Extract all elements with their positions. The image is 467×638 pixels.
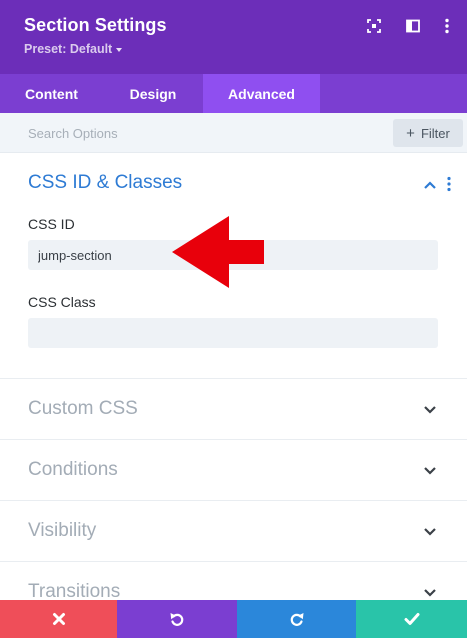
group-visibility[interactable]: Visibility (0, 501, 467, 562)
settings-tabs: Content Design Advanced (0, 74, 467, 113)
tab-content[interactable]: Content (0, 74, 103, 113)
save-button[interactable] (356, 600, 467, 638)
caret-down-icon (116, 47, 123, 52)
tab-advanced[interactable]: Advanced (203, 74, 320, 113)
filter-label: Filter (420, 125, 450, 141)
tab-design[interactable]: Design (103, 74, 203, 113)
group-conditions[interactable]: Conditions (0, 440, 467, 501)
group-title: Conditions (28, 459, 118, 480)
css-class-field[interactable] (28, 318, 438, 348)
chevron-up-icon[interactable] (422, 177, 438, 193)
group-title: Visibility (28, 520, 97, 541)
search-bar: + Filter (0, 113, 467, 153)
bottom-action-bar (0, 600, 467, 638)
sidebar-toggle-icon[interactable] (403, 16, 423, 36)
expand-icon[interactable] (364, 16, 384, 36)
discard-button[interactable] (0, 600, 117, 638)
plus-icon: + (406, 124, 415, 142)
modal-header: Section Settings Preset: Default (0, 0, 467, 74)
group-title[interactable]: CSS ID & Classes (28, 172, 182, 194)
search-input[interactable] (28, 113, 368, 153)
css-class-label: CSS Class (28, 294, 96, 310)
more-vertical-icon[interactable] (446, 176, 458, 194)
modal-title: Section Settings (24, 15, 167, 35)
preset-dropdown[interactable]: Preset: Default (24, 42, 123, 56)
redo-button[interactable] (237, 600, 356, 638)
group-custom-css[interactable]: Custom CSS (0, 379, 467, 440)
chevron-down-icon (422, 523, 438, 539)
close-icon (52, 613, 65, 625)
undo-icon (170, 613, 184, 626)
redo-icon (290, 613, 303, 626)
group-title: Custom CSS (28, 398, 138, 419)
chevron-down-icon (422, 401, 438, 417)
red-arrow-left-icon (170, 214, 268, 290)
check-icon (404, 613, 419, 625)
chevron-down-icon (422, 584, 438, 600)
undo-button[interactable] (117, 600, 237, 638)
preset-label: Preset: Default (24, 42, 113, 56)
chevron-down-icon (422, 462, 438, 478)
css-id-label: CSS ID (28, 216, 75, 232)
more-vertical-icon[interactable] (437, 16, 457, 36)
filter-button[interactable]: + Filter (393, 119, 463, 147)
